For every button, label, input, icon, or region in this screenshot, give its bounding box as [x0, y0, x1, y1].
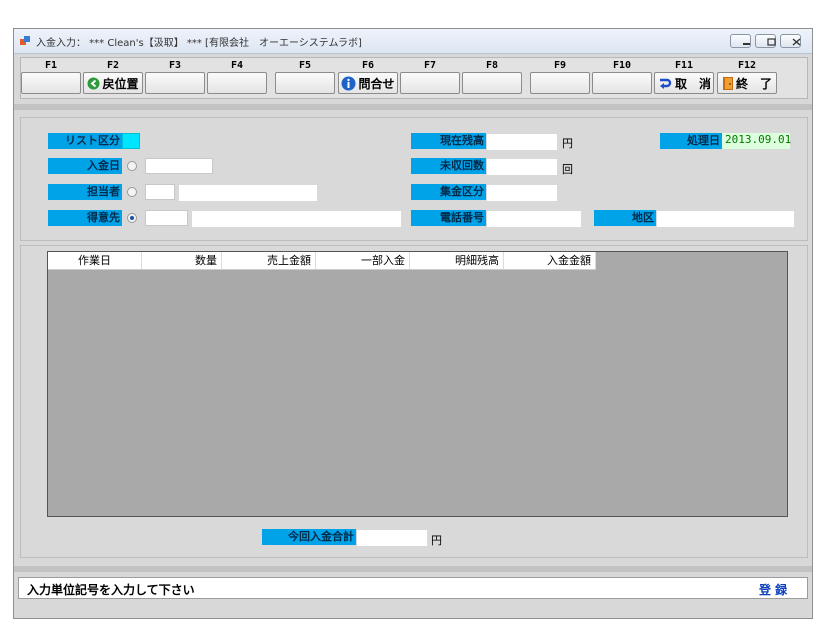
- f7-button[interactable]: [400, 72, 460, 94]
- info-icon: [341, 76, 356, 91]
- tokuisaki-radio-selected[interactable]: [127, 213, 137, 223]
- exit-door-icon: [722, 76, 734, 91]
- list-kubun-input[interactable]: [122, 133, 140, 149]
- shoribi-value: 2013.09.01: [722, 133, 791, 149]
- f4-button[interactable]: [207, 72, 267, 94]
- register-button[interactable]: 登 録: [759, 581, 787, 598]
- close-icon: [792, 38, 801, 46]
- tantousha-radio[interactable]: [127, 187, 137, 197]
- nyukinbi-radio[interactable]: [127, 161, 137, 171]
- f2-button-label: 戻位置: [102, 76, 139, 91]
- total-yen-unit: 円: [431, 534, 442, 547]
- title-bar: 入金入力： *** Clean's【汲取】 *** [有限会社 オーエーシステム…: [14, 29, 812, 54]
- window-title: 入金入力： *** Clean's【汲取】 *** [有限会社 オーエーシステム…: [36, 38, 362, 49]
- app-icon: [20, 36, 30, 45]
- chiku-label: 地区: [594, 210, 656, 226]
- tokuisaki-label: 得意先: [48, 210, 122, 226]
- total-nyukin-label: 今回入金合計: [262, 529, 356, 545]
- f1-key-label: F1: [44, 60, 58, 71]
- f2-back-position-button[interactable]: 戻位置: [83, 72, 143, 94]
- grid-header: 作業日 数量 売上金額 一部入金 明細残高 入金金額: [48, 252, 596, 270]
- f3-key-label: F3: [168, 60, 182, 71]
- f1-button[interactable]: [21, 72, 81, 94]
- f11-key-label: F11: [674, 60, 694, 71]
- col-meisai-zandaka[interactable]: 明細残高: [410, 252, 504, 269]
- f11-button-label: 取 消: [674, 76, 711, 91]
- nyukinbi-label: 入金日: [48, 158, 122, 174]
- chiku-value: [657, 211, 794, 227]
- shoribi-label: 処理日: [660, 133, 722, 149]
- denwa-bango-label: 電話番号: [411, 210, 486, 226]
- f10-button[interactable]: [592, 72, 652, 94]
- denwa-bango-value: [487, 211, 581, 227]
- f11-cancel-button[interactable]: 取 消: [654, 72, 714, 94]
- col-nyukin-kingaku[interactable]: 入金金額: [504, 252, 596, 269]
- yen-unit-label: 円: [562, 137, 573, 150]
- f12-exit-button[interactable]: 終 了: [717, 72, 777, 94]
- f9-button[interactable]: [530, 72, 590, 94]
- detail-grid[interactable]: 作業日 数量 売上金額 一部入金 明細残高 入金金額: [47, 251, 788, 517]
- close-button[interactable]: [780, 34, 801, 48]
- f5-key-label: F5: [298, 60, 312, 71]
- minimize-button[interactable]: [730, 34, 751, 48]
- list-kubun-label: リスト区分: [48, 133, 122, 149]
- tokuisaki-code-input[interactable]: [145, 210, 188, 226]
- total-nyukin-value: [357, 530, 427, 546]
- main-window: 入金入力： *** Clean's【汲取】 *** [有限会社 オーエーシステム…: [13, 28, 813, 619]
- tantousha-code-input[interactable]: [145, 184, 175, 200]
- genzai-zandaka-label: 現在残高: [411, 133, 486, 149]
- f9-key-label: F9: [553, 60, 567, 71]
- f10-key-label: F10: [612, 60, 632, 71]
- f2-key-label: F2: [106, 60, 120, 71]
- shukin-kubun-value: [487, 185, 557, 201]
- undo-arrow-icon: [657, 77, 673, 90]
- f5-button[interactable]: [275, 72, 335, 94]
- mishu-kaisu-label: 未収回数: [411, 158, 486, 174]
- f8-button[interactable]: [462, 72, 522, 94]
- f12-button-label: 終 了: [735, 76, 772, 91]
- f12-key-label: F12: [737, 60, 757, 71]
- col-uriage-kingaku[interactable]: 売上金額: [222, 252, 316, 269]
- bottom-separator-bar: [14, 566, 812, 572]
- status-message: 入力単位記号を入力して下さい: [27, 583, 195, 597]
- col-sagyobi[interactable]: 作業日: [48, 252, 142, 269]
- mishu-kaisu-value: [487, 159, 557, 175]
- col-ichibu-nyukin[interactable]: 一部入金: [316, 252, 410, 269]
- f8-key-label: F8: [485, 60, 499, 71]
- status-bar: 入力単位記号を入力して下さい 登 録: [18, 577, 808, 599]
- f6-button-label: 問合せ: [358, 76, 395, 91]
- shukin-kubun-label: 集金区分: [411, 184, 486, 200]
- f6-inquiry-button[interactable]: 問合せ: [338, 72, 398, 94]
- f4-key-label: F4: [230, 60, 244, 71]
- function-key-bar: F1 F2 戻位置 F3 F4 F5 F6 問合せ F7 F8 F9 F10 F…: [20, 57, 808, 99]
- col-suryo[interactable]: 数量: [142, 252, 222, 269]
- f3-button[interactable]: [145, 72, 205, 94]
- genzai-zandaka-value: [487, 134, 557, 150]
- tokuisaki-name-field: [192, 211, 401, 227]
- kai-unit-label: 回: [562, 163, 573, 176]
- nyukinbi-input[interactable]: [145, 158, 213, 174]
- tantousha-label: 担当者: [48, 184, 122, 200]
- f7-key-label: F7: [423, 60, 437, 71]
- minimize-icon: [743, 43, 750, 45]
- f6-key-label: F6: [361, 60, 375, 71]
- separator-bar: [14, 104, 812, 110]
- back-arrow-icon: [87, 77, 100, 90]
- tantousha-name-field: [179, 185, 317, 201]
- maximize-icon: [767, 38, 776, 46]
- maximize-button[interactable]: [755, 34, 776, 48]
